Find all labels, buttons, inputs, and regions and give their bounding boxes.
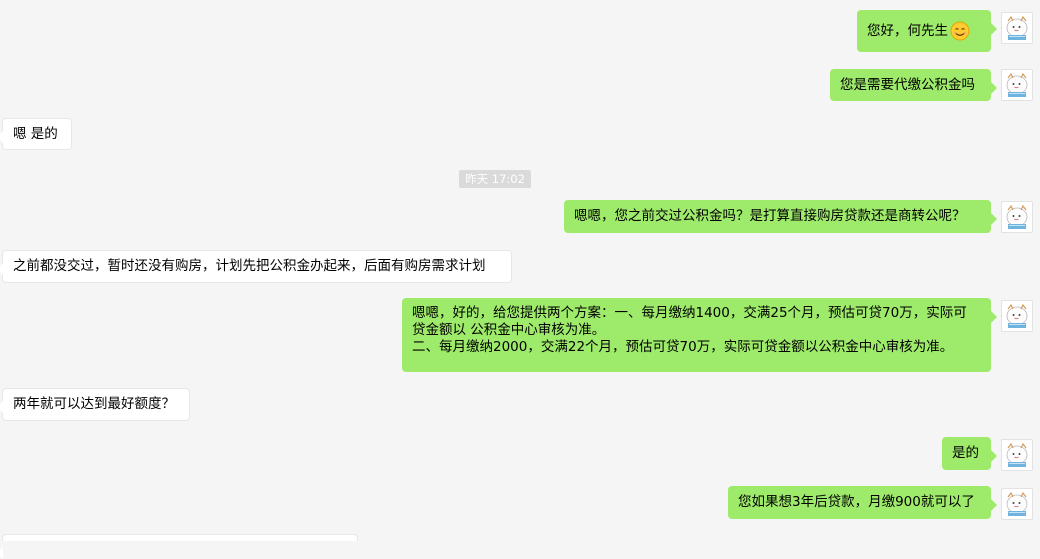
message-text: 您好，何先生 [867, 22, 948, 39]
incoming-message[interactable]: 两年就可以达到最好额度？ [0, 388, 190, 421]
avatar-icon[interactable] [1001, 201, 1033, 233]
outgoing-message[interactable]: 嗯嗯，您之前交过公积金吗？是打算直接购房贷款还是商转公呢？ [564, 200, 997, 233]
message-text: 两年就可以达到最好额度？ [13, 396, 175, 412]
outgoing-message[interactable]: 嗯嗯，好的，给您提供两个方案：一、每月缴纳1400，交满25个月，预估可贷70万… [402, 298, 997, 372]
timestamp: 昨天 17:02 [459, 170, 531, 188]
message-text: 您是需要代缴公积金吗 [840, 76, 975, 93]
message-text: 之前都没交过，暂时还没有购房，计划先把公积金办起来，后面有购房需求计划 [13, 258, 486, 274]
outgoing-message[interactable]: 是的 [942, 437, 997, 470]
avatar-icon[interactable] [1001, 488, 1033, 520]
cartoon-character-avatar-icon [1006, 491, 1028, 516]
message-text: 嗯 是的 [13, 125, 58, 142]
message-text: 您如果想3年后贷款，月缴900就可以了 [738, 494, 975, 510]
incoming-message[interactable]: 之前都没交过，暂时还没有购房，计划先把公积金办起来，后面有购房需求计划 [0, 250, 512, 283]
outgoing-message[interactable]: 您好，何先生 [857, 10, 997, 52]
message-line: 二、每月缴纳2000，交满22个月，预估可贷70万，实际可贷金额以公积金中心审核… [412, 339, 954, 355]
cartoon-character-avatar-icon [1006, 442, 1028, 467]
message-text: 嗯嗯，您之前交过公积金吗？是打算直接购房贷款还是商转公呢？ [574, 208, 966, 224]
avatar-icon[interactable] [1001, 300, 1033, 332]
message-line: 嗯嗯，好的，给您提供两个方案：一、每月缴纳1400，交满25个月，预估可贷70万… [412, 305, 967, 321]
avatar-icon[interactable] [1001, 69, 1033, 101]
message-line: 贷金额以 公积金中心审核为准。 [412, 322, 606, 338]
cartoon-character-avatar-icon [1006, 204, 1028, 229]
avatar-icon[interactable] [1001, 12, 1033, 44]
outgoing-message[interactable]: 您如果想3年后贷款，月缴900就可以了 [728, 486, 997, 519]
cartoon-character-avatar-icon [1006, 72, 1028, 97]
smiling-face-emoji-icon [950, 21, 970, 41]
message-text: 是的 [952, 445, 979, 461]
chat-window[interactable]: 您好，何先生 您是需要代缴公积金吗 嗯 是的 昨天 17:02 嗯嗯，您之前交过… [0, 0, 1040, 559]
avatar-icon[interactable] [1001, 439, 1033, 471]
outgoing-message[interactable]: 您是需要代缴公积金吗 [830, 69, 997, 101]
cartoon-character-avatar-icon [1006, 303, 1028, 328]
incoming-message-partial[interactable] [0, 534, 358, 559]
incoming-message[interactable]: 嗯 是的 [0, 118, 72, 150]
cartoon-character-avatar-icon [1006, 15, 1028, 40]
